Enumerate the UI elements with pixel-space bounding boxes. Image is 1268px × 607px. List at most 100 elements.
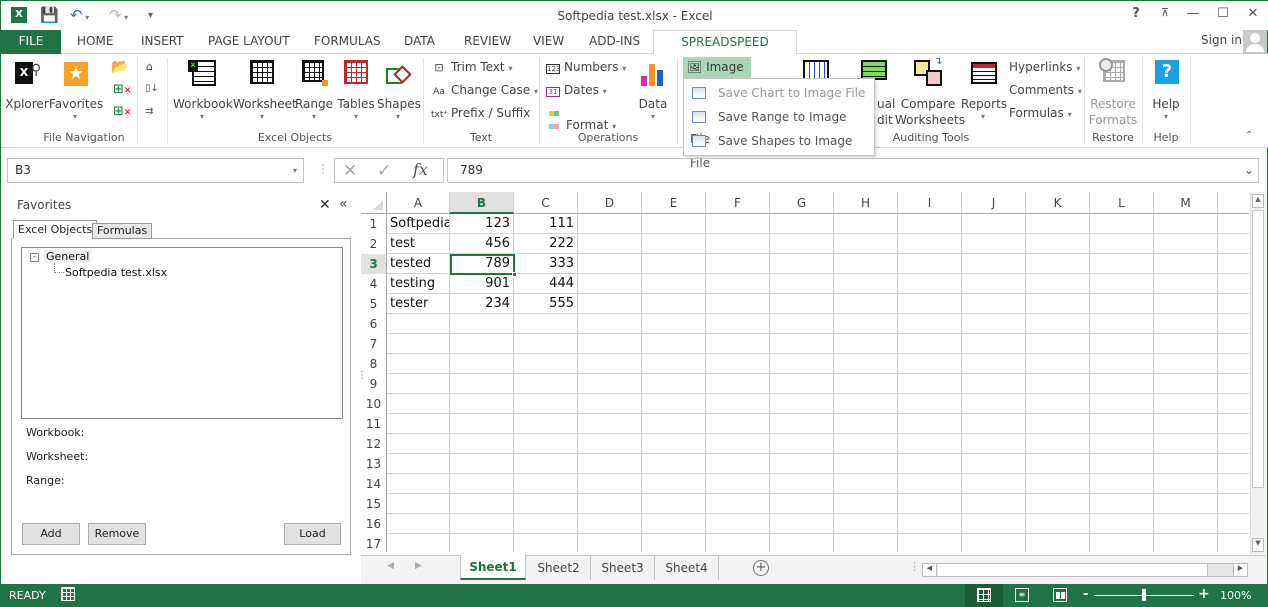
cell[interactable]: tester [387, 294, 450, 314]
cell[interactable] [962, 334, 1026, 354]
cell[interactable] [770, 374, 834, 394]
cell[interactable] [834, 334, 898, 354]
cell[interactable] [706, 374, 770, 394]
row-header[interactable]: 1 [361, 214, 387, 234]
worksheet-button[interactable]: Worksheet ▾ [233, 58, 297, 121]
cell[interactable] [898, 274, 962, 294]
cell[interactable] [898, 214, 962, 234]
cell[interactable] [1026, 474, 1090, 494]
cell[interactable] [1090, 274, 1154, 294]
cell[interactable] [962, 234, 1026, 254]
scroll-down-icon[interactable]: ▼ [1252, 538, 1264, 552]
cell[interactable] [387, 494, 450, 514]
cell[interactable] [1154, 394, 1218, 414]
cell[interactable] [1218, 434, 1249, 454]
cell[interactable] [387, 414, 450, 434]
cell[interactable] [898, 314, 962, 334]
cell[interactable] [1218, 254, 1249, 274]
row-header[interactable]: 5 [361, 294, 387, 314]
cell[interactable] [514, 414, 578, 434]
page-break-view-icon[interactable] [1053, 588, 1067, 602]
row-header[interactable]: 10 [361, 394, 387, 414]
cell[interactable] [1154, 414, 1218, 434]
tree-node-file[interactable]: Softpedia test.xlsx [65, 266, 167, 279]
home-icon[interactable]: ⌂ [146, 60, 153, 73]
cell[interactable] [514, 314, 578, 334]
cell[interactable] [387, 314, 450, 334]
cell[interactable] [578, 434, 642, 454]
row-header[interactable]: 6 [361, 314, 387, 334]
cell[interactable] [1154, 494, 1218, 514]
column-header-e[interactable]: E [642, 192, 706, 214]
cell[interactable] [1090, 454, 1154, 474]
cell[interactable] [642, 494, 706, 514]
sheet-tab-sheet1[interactable]: Sheet1 [460, 555, 526, 580]
cell[interactable] [1090, 434, 1154, 454]
cell[interactable] [898, 434, 962, 454]
cell[interactable] [1218, 374, 1249, 394]
tab-add-ins[interactable]: ADD-INS [581, 30, 648, 54]
menu-item-save-shapes[interactable]: Save Shapes to Image File [690, 130, 870, 170]
cell[interactable] [1218, 314, 1249, 334]
zoom-slider-thumb[interactable] [1142, 589, 1146, 601]
cell[interactable] [387, 514, 450, 534]
cell[interactable] [578, 414, 642, 434]
close-icon[interactable]: ✕ [1241, 6, 1265, 21]
open-folder-icon[interactable]: 📂 [111, 59, 128, 75]
cell[interactable] [770, 354, 834, 374]
cell[interactable] [706, 514, 770, 534]
cell[interactable] [1218, 214, 1249, 234]
cell[interactable] [898, 334, 962, 354]
row-header[interactable]: 14 [361, 474, 387, 494]
cell[interactable] [1218, 494, 1249, 514]
cell[interactable] [578, 214, 642, 234]
cell[interactable] [834, 254, 898, 274]
cell[interactable] [1026, 454, 1090, 474]
cell[interactable] [642, 314, 706, 334]
tab-review[interactable]: REVIEW [456, 30, 519, 54]
cell[interactable] [962, 374, 1026, 394]
cell[interactable]: 456 [450, 234, 514, 254]
tab-spreadspeed[interactable]: SPREADSPEED (TRIAL) [653, 30, 797, 71]
horizontal-scrollbar[interactable]: ◀ ▶ [922, 563, 1248, 577]
column-header-k[interactable]: K [1026, 192, 1090, 214]
cell[interactable] [514, 334, 578, 354]
sign-in-link[interactable]: Sign in [1201, 33, 1242, 47]
cell[interactable] [1218, 394, 1249, 414]
formulas-button[interactable]: Formulas ▾ [1009, 106, 1072, 120]
cell[interactable] [642, 474, 706, 494]
cell[interactable] [387, 394, 450, 414]
pane-close-icon[interactable]: ✕ [319, 197, 331, 213]
column-header-l[interactable]: L [1090, 192, 1154, 214]
prev-sheet-icon[interactable]: ◀ [387, 561, 394, 571]
sort-down-icon[interactable]: ▯↓ [145, 83, 159, 94]
cell[interactable] [834, 374, 898, 394]
cell[interactable]: 123 [450, 214, 514, 234]
cell[interactable] [770, 274, 834, 294]
cell[interactable] [706, 454, 770, 474]
column-header-h[interactable]: H [834, 192, 898, 214]
tab-home[interactable]: HOME [69, 30, 121, 54]
cell[interactable] [1026, 494, 1090, 514]
zoom-in-icon[interactable]: + [1198, 586, 1210, 602]
cell[interactable] [962, 354, 1026, 374]
sheet-tab-sheet2[interactable]: Sheet2 [527, 556, 591, 580]
horizontal-scroll-thumb[interactable] [938, 564, 1208, 576]
tab-splitter-grip[interactable]: ⋮ [909, 560, 920, 573]
pane-tab-excel-objects[interactable]: Excel Objects [13, 220, 98, 239]
cell[interactable] [1090, 494, 1154, 514]
cell[interactable] [706, 254, 770, 274]
cell[interactable] [898, 394, 962, 414]
cell[interactable] [706, 274, 770, 294]
xplorer-button[interactable]: X ⚲ Xplorer [5, 58, 49, 112]
cell[interactable] [450, 514, 514, 534]
cell[interactable] [962, 394, 1026, 414]
cell[interactable] [770, 434, 834, 454]
pane-tab-formulas[interactable]: Formulas [92, 223, 153, 239]
pane-collapse-icon[interactable]: « [339, 196, 348, 212]
cell[interactable] [898, 474, 962, 494]
cell[interactable] [898, 514, 962, 534]
cell[interactable] [1218, 294, 1249, 314]
cell[interactable] [1026, 354, 1090, 374]
cell[interactable] [1218, 234, 1249, 254]
